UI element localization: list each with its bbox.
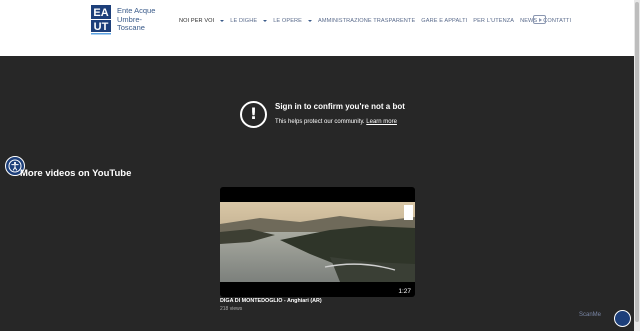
nav-label: AMMINISTRAZIONE TRASPARENTE bbox=[318, 18, 416, 24]
nav-item-amministrazione-trasparente[interactable]: AMMINISTRAZIONE TRASPARENTE bbox=[318, 18, 415, 24]
nav-item-le-opere[interactable]: LE OPERE bbox=[273, 18, 312, 24]
eaut-logo[interactable]: EA UT bbox=[90, 4, 112, 36]
svg-text:EA: EA bbox=[93, 7, 108, 19]
youtube-icon[interactable] bbox=[533, 15, 546, 24]
nav-label: LE DIGHE bbox=[230, 18, 258, 24]
caret-down-icon bbox=[220, 20, 225, 22]
scanme-label[interactable]: ScanMe bbox=[579, 312, 601, 318]
exclamation-icon: ! bbox=[240, 101, 267, 128]
signin-subtitle: This helps protect our community. Learn … bbox=[275, 119, 397, 125]
eaut-watermark-logo bbox=[404, 205, 413, 220]
site-header: EA UT Ente Acque Umbre- Toscane NOI PER … bbox=[0, 0, 634, 56]
main-nav: NOI PER VOI LE DIGHE LE OPERE AMMINISTRA… bbox=[179, 16, 577, 26]
more-videos-title: More videos on YouTube bbox=[20, 168, 132, 179]
nav-item-le-dighe[interactable]: LE DIGHE bbox=[230, 18, 268, 24]
caret-down-icon bbox=[263, 20, 268, 22]
scanme-badge-icon[interactable] bbox=[614, 310, 631, 327]
svg-text:UT: UT bbox=[94, 21, 109, 33]
nav-label: LE OPERE bbox=[273, 18, 302, 24]
signin-title: Sign in to confirm you're not a bot bbox=[275, 102, 405, 111]
nav-label: PER L'UTENZA bbox=[473, 18, 515, 24]
nav-item-per-lutenza[interactable]: PER L'UTENZA bbox=[473, 18, 514, 24]
page-scrollbar[interactable] bbox=[634, 0, 640, 331]
video-thumbnail[interactable]: 1:27 bbox=[220, 187, 415, 297]
video-duration: 1:27 bbox=[397, 288, 412, 295]
nav-label: NOI PER VOI bbox=[179, 18, 215, 24]
logo-line-3: Toscane bbox=[117, 23, 145, 32]
nav-item-gare-e-appalti[interactable]: GARE E APPALTI bbox=[421, 18, 467, 24]
dam-landscape-image bbox=[220, 202, 415, 282]
logo-text[interactable]: Ente Acque Umbre- Toscane bbox=[117, 6, 155, 33]
learn-more-link[interactable]: Learn more bbox=[366, 119, 397, 125]
nav-label: CONTATTI bbox=[543, 18, 572, 24]
nav-label: GARE E APPALTI bbox=[421, 18, 468, 24]
scroll-thumb[interactable] bbox=[635, 2, 639, 322]
video-views: 218 views bbox=[220, 306, 243, 312]
nav-item-contatti[interactable]: CONTATTI bbox=[543, 18, 571, 24]
signin-subtitle-text: This helps protect our community. bbox=[275, 119, 365, 125]
video-title[interactable]: DIGA DI MONTEDOGLIO - Anghiari (AR) bbox=[220, 298, 322, 304]
caret-down-icon bbox=[308, 20, 312, 22]
nav-item-noi-per-voi[interactable]: NOI PER VOI bbox=[179, 18, 225, 24]
